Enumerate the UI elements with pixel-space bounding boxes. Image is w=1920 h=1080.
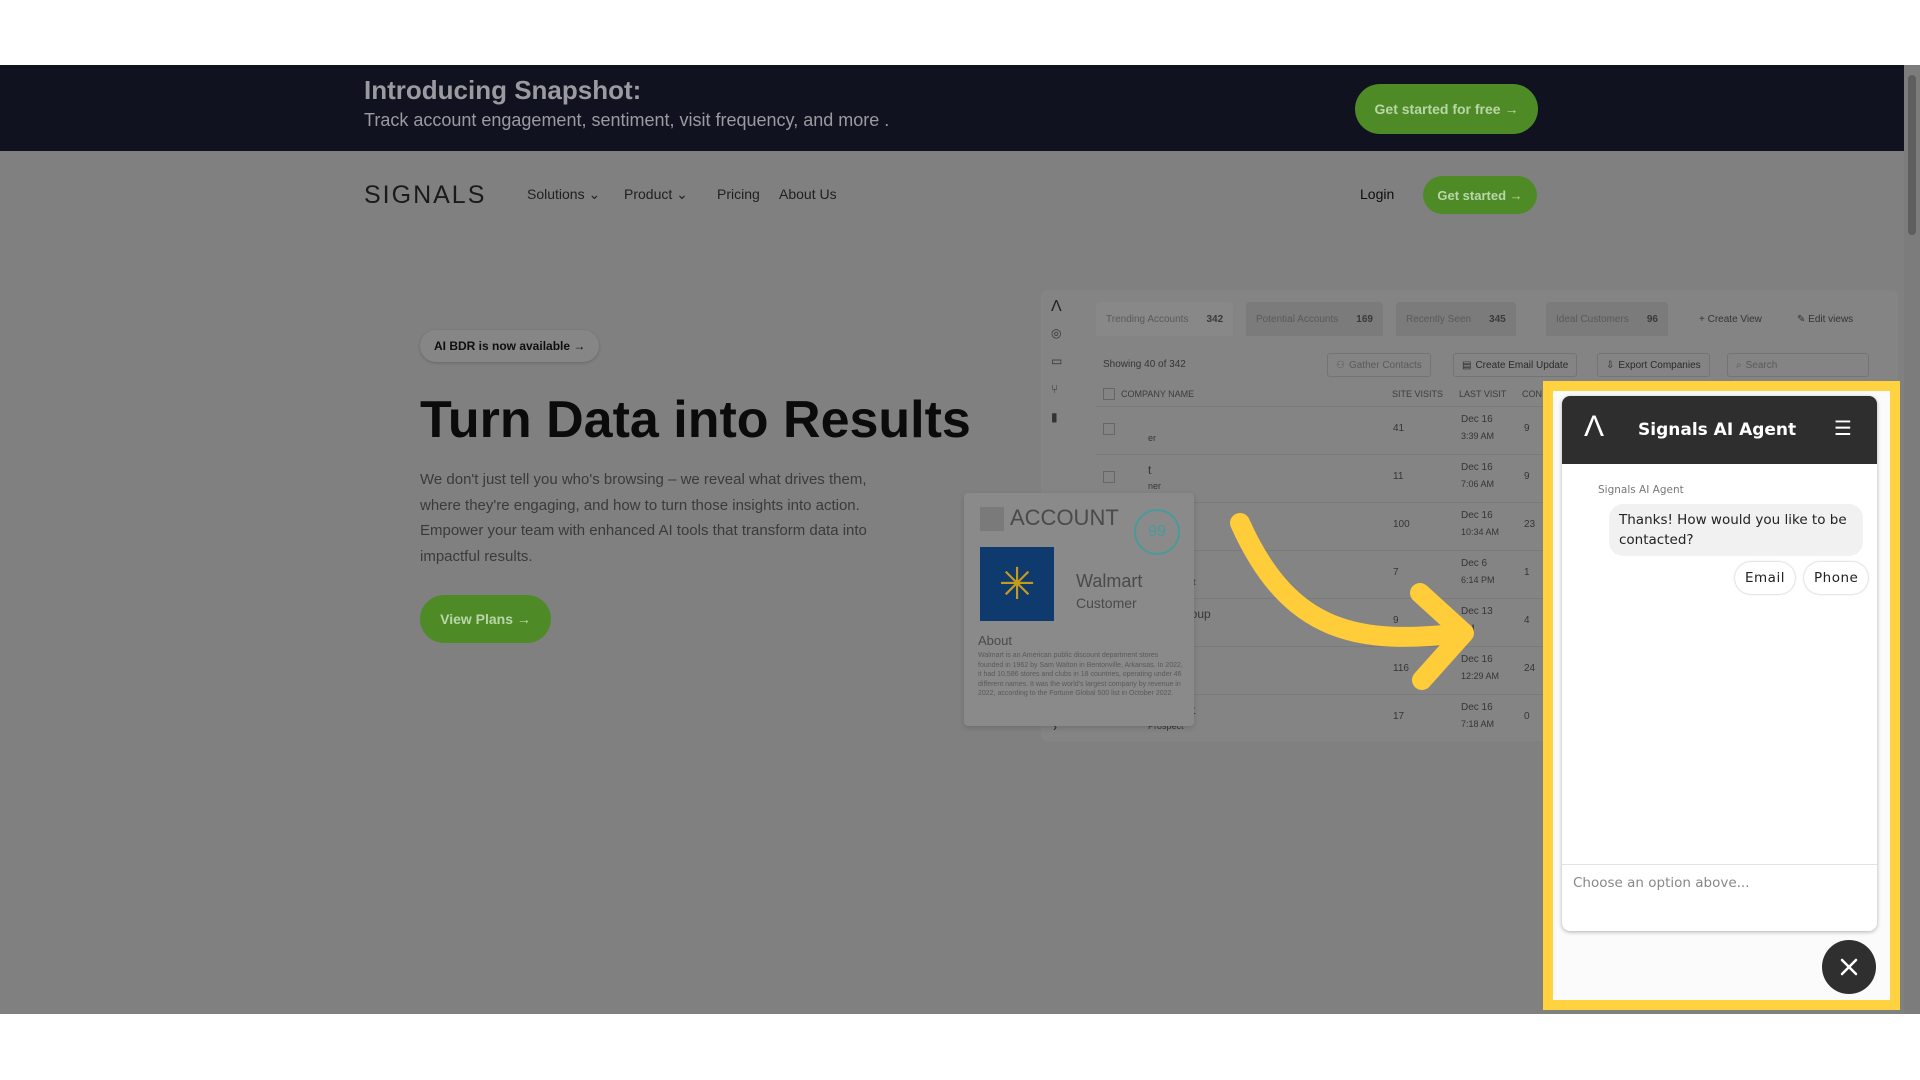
chat-widget: Λ Signals AI Agent ☰ Signals AI Agent Th… bbox=[1562, 396, 1877, 931]
chat-input[interactable]: Choose an option above... bbox=[1562, 864, 1877, 931]
chat-header: Λ Signals AI Agent ☰ bbox=[1562, 396, 1877, 464]
close-chat-button[interactable] bbox=[1822, 940, 1876, 994]
message-sender: Signals AI Agent bbox=[1598, 484, 1684, 496]
signals-logo-icon: Λ bbox=[1584, 410, 1605, 443]
scrollbar[interactable] bbox=[1904, 65, 1920, 1014]
close-icon bbox=[1840, 958, 1858, 976]
option-phone-button[interactable]: Phone bbox=[1804, 562, 1869, 594]
chat-message: Thanks! How would you like to be contact… bbox=[1609, 504, 1863, 556]
scrollbar-thumb[interactable] bbox=[1908, 75, 1916, 235]
chat-input-placeholder: Choose an option above... bbox=[1573, 875, 1750, 891]
menu-icon[interactable]: ☰ bbox=[1834, 416, 1852, 440]
chat-title: Signals AI Agent bbox=[1638, 420, 1797, 440]
option-email-button[interactable]: Email bbox=[1735, 562, 1795, 594]
